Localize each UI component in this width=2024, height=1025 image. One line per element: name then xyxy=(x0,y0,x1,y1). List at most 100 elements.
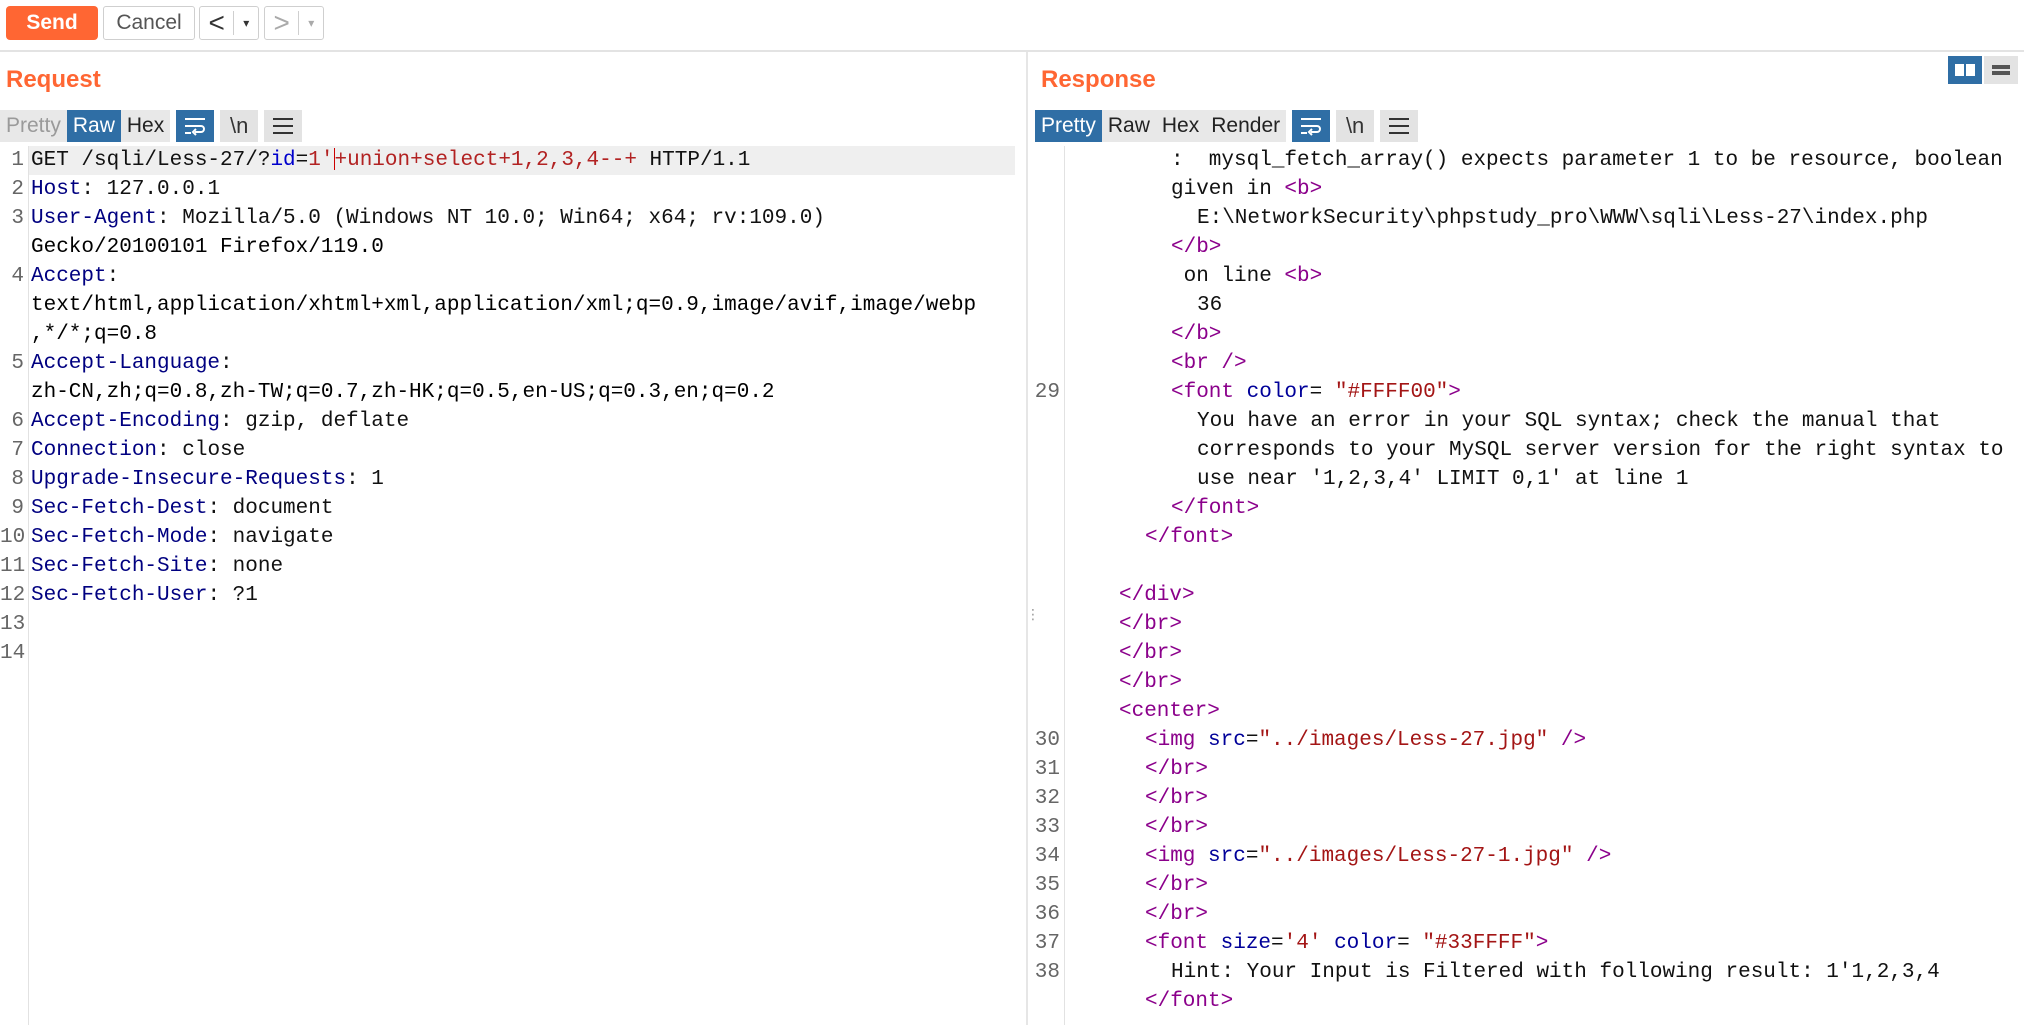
back-button[interactable]: < ▾ xyxy=(199,6,259,40)
header-value: : ?1 xyxy=(207,584,258,607)
show-newlines-toggle[interactable]: \n xyxy=(220,110,259,142)
response-editor[interactable]: 29 30 31 32 33 34 35 36 37 38 : mysql_fe… xyxy=(1030,146,2024,1025)
code-line: <font size='4' color= "#33FFFF"> xyxy=(1145,929,1548,958)
line-number: 38 xyxy=(1034,961,1060,984)
param-value: 1' xyxy=(308,149,334,172)
line-number: 6 xyxy=(11,410,24,433)
header-line: Sec-Fetch-Dest: document xyxy=(31,494,333,523)
attr-eq: = xyxy=(1245,729,1259,752)
header-value: : 127.0.0.1 xyxy=(81,178,221,201)
code-line: You have an error in your SQL syntax; ch… xyxy=(1197,410,1941,433)
html-tag: </div> xyxy=(1119,584,1195,607)
line-number: 4 xyxy=(11,265,24,288)
header-name: Accept-Language xyxy=(31,352,221,375)
tab-raw[interactable]: Raw xyxy=(66,110,121,142)
header-value: : document xyxy=(207,497,334,520)
header-value: : 1 xyxy=(346,468,384,491)
html-tag: </font> xyxy=(1145,526,1234,549)
pane-divider[interactable] xyxy=(1026,52,1028,1025)
header-value: : none xyxy=(207,555,284,578)
html-tag: /> xyxy=(1548,729,1587,752)
header-value: : navigate xyxy=(207,526,334,549)
line-number: 10 xyxy=(0,526,26,549)
header-line: Accept: xyxy=(31,262,119,291)
header-value: : close xyxy=(157,439,246,462)
header-name: Connection xyxy=(31,439,158,462)
wrap-lines-toggle[interactable] xyxy=(176,110,215,142)
request-line: GET /sqli/Less-27/?id=1'+union+select+1,… xyxy=(31,146,750,175)
wrap-icon xyxy=(185,118,206,136)
line-number: 30 xyxy=(1034,729,1060,752)
line-number: 12 xyxy=(0,584,26,607)
line-number: 33 xyxy=(1034,816,1060,839)
header-line: Sec-Fetch-Mode: navigate xyxy=(31,523,333,552)
line-number: 37 xyxy=(1034,932,1060,955)
header-name: Sec-Fetch-User xyxy=(31,584,208,607)
attr-name: src xyxy=(1208,729,1246,752)
hamburger-icon xyxy=(273,118,294,134)
response-tabs: Pretty Raw Hex Render \n xyxy=(1035,110,1419,142)
menu-button[interactable] xyxy=(1380,110,1419,142)
header-value: : Mozilla/5.0 (Windows NT 10.0; Win64; x… xyxy=(157,207,825,230)
code-line: use near '1,2,3,4' LIMIT 0,1' at line 1 xyxy=(1197,468,1689,491)
code-line: <img src="../images/Less-27-1.jpg" /> xyxy=(1145,842,1611,871)
html-tag: </br> xyxy=(1145,758,1209,781)
menu-button[interactable] xyxy=(264,110,303,142)
header-continuation: ,*/*;q=0.8 xyxy=(31,323,158,346)
tab-pretty[interactable]: Pretty xyxy=(0,110,67,142)
newline-icon: \n xyxy=(230,113,249,138)
attr-value: '4' xyxy=(1283,932,1322,955)
attr-eq: = xyxy=(1271,932,1284,955)
html-tag: <font xyxy=(1171,381,1247,404)
split-rows-button[interactable] xyxy=(1984,56,2018,84)
html-tag: </br> xyxy=(1145,874,1209,897)
request-tabs: Pretty Raw Hex \n xyxy=(0,110,303,142)
back-history-dropdown-icon[interactable]: ▾ xyxy=(234,16,258,30)
param-value-payload: +union+select+1,2,3,4--+ xyxy=(334,149,637,172)
tab-pretty[interactable]: Pretty xyxy=(1035,110,1102,142)
send-button[interactable]: Send xyxy=(6,6,98,40)
code-line: : mysql_fetch_array() expects parameter … xyxy=(1171,149,2003,172)
header-line: Accept-Encoding: gzip, deflate xyxy=(31,407,409,436)
line-number: 35 xyxy=(1034,874,1060,897)
line-number: 5 xyxy=(11,352,24,375)
html-tag: </b> xyxy=(1171,236,1222,259)
line-number: 36 xyxy=(1034,903,1060,926)
forward-arrow-icon[interactable]: > xyxy=(265,8,298,38)
show-newlines-toggle[interactable]: \n xyxy=(1336,110,1375,142)
forward-history-dropdown-icon[interactable]: ▾ xyxy=(299,16,323,30)
code-line: 36 xyxy=(1197,294,1223,317)
tab-render[interactable]: Render xyxy=(1205,110,1287,142)
tab-hex[interactable]: Hex xyxy=(120,110,171,142)
header-name: Host xyxy=(31,178,82,201)
split-columns-button[interactable] xyxy=(1948,56,1982,84)
attr-name: src xyxy=(1208,845,1246,868)
wrap-lines-toggle[interactable] xyxy=(1292,110,1331,142)
code-line: E:\NetworkSecurity\phpstudy_pro\WWW\sqli… xyxy=(1197,207,1928,230)
wrap-icon xyxy=(1301,118,1322,136)
back-arrow-icon[interactable]: < xyxy=(200,8,233,38)
newline-icon: \n xyxy=(1345,113,1365,138)
code-line: <font color= "#FFFF00"> xyxy=(1171,378,1461,407)
header-value: : xyxy=(220,352,233,375)
attr-eq: = xyxy=(1397,932,1423,955)
html-tag: <img xyxy=(1145,845,1209,868)
cancel-button[interactable]: Cancel xyxy=(103,6,195,40)
attr-name: size xyxy=(1220,932,1272,955)
code-line: Hint: Your Input is Filtered with follow… xyxy=(1171,961,1940,984)
tab-raw[interactable]: Raw xyxy=(1101,110,1156,142)
param-name: id xyxy=(270,149,296,172)
rows-icon xyxy=(1992,65,2010,75)
attr-name: color xyxy=(1246,381,1310,404)
attr-value: "#FFFF00" xyxy=(1334,381,1449,404)
header-line: Sec-Fetch-Site: none xyxy=(31,552,283,581)
header-name: Sec-Fetch-Mode xyxy=(31,526,208,549)
line-number: 32 xyxy=(1034,787,1060,810)
header-name: Accept-Encoding xyxy=(31,410,221,433)
tab-hex[interactable]: Hex xyxy=(1155,110,1206,142)
forward-button[interactable]: > ▾ xyxy=(264,6,324,40)
param-eq: = xyxy=(295,149,309,172)
header-value: : xyxy=(106,265,120,288)
request-editor[interactable]: 1 2 3 4 5 6 7 8 9 10 11 12 13 14 GET /sq… xyxy=(0,146,1024,1025)
header-line: Host: 127.0.0.1 xyxy=(31,175,220,204)
